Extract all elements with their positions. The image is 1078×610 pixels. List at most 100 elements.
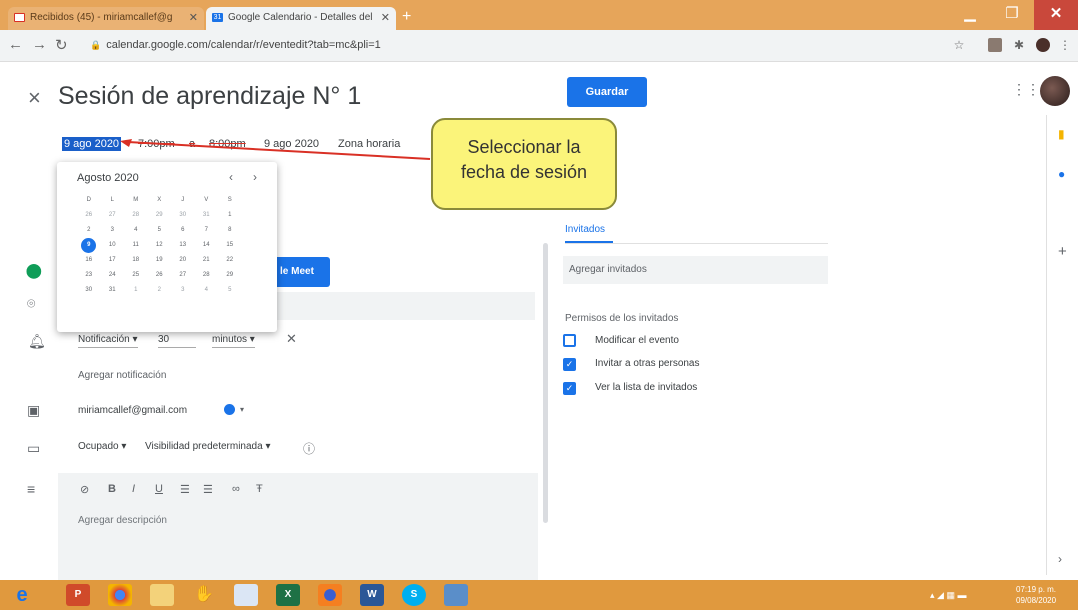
busy-select[interactable]: Ocupado ▾: [78, 441, 126, 452]
close-event-icon[interactable]: ×: [28, 85, 41, 111]
extension-icon[interactable]: [988, 38, 1002, 52]
bookmark-star-icon[interactable]: ☆: [952, 38, 966, 52]
calendar-day[interactable]: 29: [148, 208, 172, 223]
calendar-day[interactable]: 16: [77, 253, 101, 268]
calendar-day[interactable]: 5: [148, 223, 172, 238]
calendar-day[interactable]: 28: [195, 268, 219, 283]
add-addon-icon[interactable]: +: [1058, 243, 1067, 260]
calendar-day[interactable]: 12: [148, 238, 172, 253]
calendar-day[interactable]: 15: [218, 238, 242, 253]
bold-icon[interactable]: B: [108, 483, 116, 495]
calendar-day[interactable]: 10: [101, 238, 125, 253]
reload-icon[interactable]: ↻: [55, 36, 68, 54]
browser-tab-calendar[interactable]: 31 Google Calendario - Detalles del ✕: [206, 7, 396, 30]
save-button[interactable]: Guardar: [567, 77, 647, 107]
add-guests-input[interactable]: Agregar invitados: [563, 256, 828, 284]
underline-icon[interactable]: U: [155, 483, 163, 495]
location-input[interactable]: [277, 292, 535, 320]
italic-icon[interactable]: I: [132, 483, 135, 495]
avatar[interactable]: [1040, 76, 1070, 106]
permission-checkbox-modify[interactable]: [563, 334, 576, 347]
add-notification-link[interactable]: Agregar notificación: [78, 370, 166, 381]
minimize-icon[interactable]: ▁: [950, 0, 990, 30]
calendar-day[interactable]: 26: [148, 268, 172, 283]
calendar-day[interactable]: 5: [218, 283, 242, 298]
calendar-day[interactable]: 30: [171, 208, 195, 223]
calendar-day[interactable]: 9: [81, 238, 97, 253]
new-tab-icon[interactable]: +: [402, 8, 411, 26]
calendar-day[interactable]: 18: [124, 253, 148, 268]
calendar-day[interactable]: 24: [101, 268, 125, 283]
back-icon[interactable]: ←: [8, 36, 23, 53]
file-explorer-icon[interactable]: [150, 584, 174, 606]
calendar-day[interactable]: 20: [171, 253, 195, 268]
expand-panel-icon[interactable]: ›: [1058, 552, 1062, 566]
start-date-field[interactable]: 9 ago 2020: [62, 137, 122, 151]
profile-icon[interactable]: [1036, 38, 1050, 52]
calendar-day[interactable]: 7: [195, 223, 219, 238]
event-color-dot[interactable]: [224, 404, 235, 415]
calendar-day[interactable]: 25: [124, 268, 148, 283]
word-icon[interactable]: W: [360, 584, 384, 606]
calendar-day[interactable]: 28: [124, 208, 148, 223]
calendar-day[interactable]: 19: [148, 253, 172, 268]
ie-icon[interactable]: e: [10, 584, 34, 606]
close-tab-icon[interactable]: ✕: [381, 11, 390, 24]
color-dropdown-icon[interactable]: ▾: [240, 405, 244, 414]
more-menu-icon[interactable]: ⋮: [1058, 38, 1072, 52]
event-title-input[interactable]: Sesión de aprendizaje N° 1: [58, 82, 361, 111]
forward-icon[interactable]: →: [32, 36, 47, 53]
calendar-day[interactable]: 29: [218, 268, 242, 283]
clear-format-icon[interactable]: Ŧ: [256, 483, 263, 495]
notification-unit-select[interactable]: minutos ▾: [212, 334, 255, 348]
calendar-day[interactable]: 3: [171, 283, 195, 298]
maximize-icon[interactable]: ❐: [992, 0, 1032, 30]
system-tray-icons[interactable]: ▴ ◢ ▦ ▬: [930, 590, 966, 601]
chevron-left-icon[interactable]: ‹: [229, 170, 233, 184]
url-field[interactable]: 🔒 calendar.google.com/calendar/r/eventedi…: [90, 39, 381, 51]
calendar-day[interactable]: 1: [218, 208, 242, 223]
numbered-list-icon[interactable]: ☰: [180, 483, 190, 496]
calendar-day[interactable]: 1: [124, 283, 148, 298]
window-close-icon[interactable]: ✕: [1034, 0, 1078, 30]
scrollbar[interactable]: [543, 243, 548, 523]
calendar-day[interactable]: 4: [195, 283, 219, 298]
description-editor[interactable]: [58, 473, 538, 583]
keep-icon[interactable]: ▮: [1058, 127, 1065, 141]
bullet-list-icon[interactable]: ☰: [203, 483, 213, 496]
calendar-day[interactable]: 6: [171, 223, 195, 238]
tab-guests[interactable]: Invitados: [565, 224, 605, 235]
calendar-day[interactable]: 22: [218, 253, 242, 268]
calendar-day[interactable]: 26: [77, 208, 101, 223]
extensions-puzzle-icon[interactable]: ✱: [1012, 38, 1026, 52]
skype-icon[interactable]: S: [402, 584, 426, 606]
excel-icon[interactable]: X: [276, 584, 300, 606]
calendar-day[interactable]: 30: [77, 283, 101, 298]
calendar-day[interactable]: 13: [171, 238, 195, 253]
attachment-icon[interactable]: ⊘: [80, 483, 89, 496]
help-icon[interactable]: ⓘ: [303, 440, 315, 457]
calendar-day[interactable]: 27: [101, 208, 125, 223]
browser-tab-gmail[interactable]: Recibidos (45) - miriamcallef@g ✕: [8, 7, 204, 30]
taskbar-clock[interactable]: 07:19 p. m. 09/08/2020: [1016, 584, 1056, 606]
visibility-select[interactable]: Visibilidad predeterminada ▾: [145, 441, 270, 452]
notification-type-select[interactable]: Notificación ▾: [78, 334, 138, 348]
calendar-day[interactable]: 14: [195, 238, 219, 253]
calendar-day[interactable]: 17: [101, 253, 125, 268]
calendar-day[interactable]: 27: [171, 268, 195, 283]
remove-notification-icon[interactable]: ✕: [286, 331, 297, 347]
chevron-right-icon[interactable]: ›: [253, 170, 257, 184]
screen-icon[interactable]: [444, 584, 468, 606]
powerpoint-icon[interactable]: P: [66, 584, 90, 606]
hand-icon[interactable]: ✋: [192, 584, 216, 606]
chrome-icon[interactable]: [108, 584, 132, 606]
add-meet-button[interactable]: le Meet: [277, 257, 330, 287]
calendar-day[interactable]: 23: [77, 268, 101, 283]
calendar-day[interactable]: 31: [195, 208, 219, 223]
close-tab-icon[interactable]: ✕: [189, 11, 198, 24]
calendar-day[interactable]: 21: [195, 253, 219, 268]
calendar-day[interactable]: 3: [101, 223, 125, 238]
tasks-icon[interactable]: ●: [1058, 167, 1065, 181]
permission-checkbox-invite[interactable]: ✓: [563, 358, 576, 371]
notes-icon[interactable]: [234, 584, 258, 606]
